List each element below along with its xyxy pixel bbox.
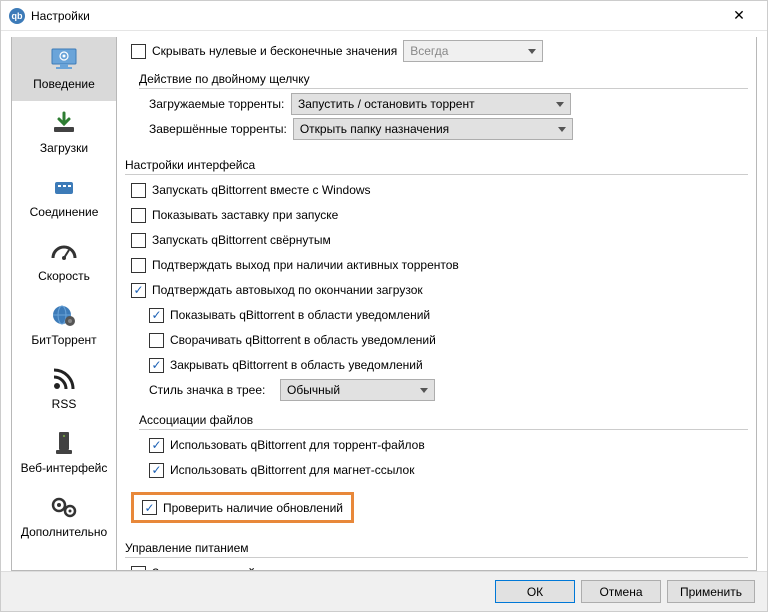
sidebar-item-rss[interactable]: RSS bbox=[12, 357, 116, 421]
settings-window: qb Настройки ✕ Поведение Загрузки bbox=[0, 0, 768, 612]
download-icon bbox=[48, 109, 80, 137]
checkbox-check-updates[interactable] bbox=[142, 500, 157, 515]
apply-button[interactable]: Применить bbox=[667, 580, 755, 603]
sidebar-item-behavior[interactable]: Поведение bbox=[12, 37, 116, 101]
checkbox-torrent-files[interactable] bbox=[149, 438, 164, 453]
server-icon bbox=[48, 429, 80, 457]
sidebar-item-webui[interactable]: Веб-интерфейс bbox=[12, 421, 116, 485]
sidebar-item-downloads[interactable]: Загрузки bbox=[12, 101, 116, 165]
checkbox-show-tray[interactable] bbox=[149, 308, 164, 323]
sidebar: Поведение Загрузки Соединение Скорость bbox=[11, 37, 117, 571]
checkbox-start-minimized[interactable] bbox=[131, 233, 146, 248]
group-file-assoc: Ассоциации файлов bbox=[139, 413, 748, 430]
label-inhibit-sleep-dl: Запретить спящий режим, когда торренты з… bbox=[152, 566, 461, 571]
checkbox-magnet-links[interactable] bbox=[149, 463, 164, 478]
label-completed-torrents: Завершённые торренты: bbox=[149, 122, 287, 136]
checkbox-show-splash[interactable] bbox=[131, 208, 146, 223]
label-start-minimized: Запускать qBittorrent свёрнутым bbox=[152, 233, 331, 247]
checkbox-hide-zeros[interactable] bbox=[131, 44, 146, 59]
label-close-tray: Закрывать qBittorrent в область уведомле… bbox=[170, 358, 423, 372]
sidebar-item-advanced[interactable]: Дополнительно bbox=[12, 485, 116, 549]
ok-button[interactable]: ОК bbox=[495, 580, 575, 603]
label-show-tray: Показывать qBittorrent в области уведомл… bbox=[170, 308, 430, 322]
window-title: Настройки bbox=[31, 9, 719, 23]
checkbox-confirm-auto-exit[interactable] bbox=[131, 283, 146, 298]
sidebar-item-label: RSS bbox=[52, 397, 77, 411]
checkbox-minimize-tray[interactable] bbox=[149, 333, 164, 348]
sidebar-item-label: Соединение bbox=[30, 205, 99, 219]
gears-icon bbox=[48, 493, 80, 521]
close-button[interactable]: ✕ bbox=[719, 1, 759, 31]
label-minimize-tray: Сворачивать qBittorrent в область уведом… bbox=[170, 333, 436, 347]
sidebar-item-label: Скорость bbox=[38, 269, 90, 283]
label-show-splash: Показывать заставку при запуске bbox=[152, 208, 338, 222]
app-icon: qb bbox=[9, 8, 25, 24]
cancel-button[interactable]: Отмена bbox=[581, 580, 661, 603]
label-torrent-files: Использовать qBittorrent для торрент-фай… bbox=[170, 438, 425, 452]
label-hide-zeros: Скрывать нулевые и бесконечные значения bbox=[152, 44, 397, 58]
sidebar-item-label: Веб-интерфейс bbox=[21, 461, 108, 475]
sidebar-item-connection[interactable]: Соединение bbox=[12, 165, 116, 229]
label-downloading-torrents: Загружаемые торренты: bbox=[149, 97, 285, 111]
select-downloading-torrents[interactable]: Запустить / остановить торрент bbox=[291, 93, 571, 115]
gauge-icon bbox=[48, 237, 80, 265]
globe-gear-icon bbox=[48, 301, 80, 329]
label-magnet-links: Использовать qBittorrent для магнет-ссыл… bbox=[170, 463, 414, 477]
sidebar-item-label: Дополнительно bbox=[21, 525, 107, 539]
select-completed-torrents[interactable]: Открыть папку назначения bbox=[293, 118, 573, 140]
highlight-check-updates: Проверить наличие обновлений bbox=[131, 492, 354, 523]
footer: ОК Отмена Применить bbox=[1, 571, 767, 611]
sidebar-item-bittorrent[interactable]: БитТоррент bbox=[12, 293, 116, 357]
select-tray-icon-style[interactable]: Обычный bbox=[280, 379, 435, 401]
checkbox-start-windows[interactable] bbox=[131, 183, 146, 198]
titlebar: qb Настройки ✕ bbox=[1, 1, 767, 31]
label-confirm-auto-exit: Подтверждать автовыход по окончании загр… bbox=[152, 283, 423, 297]
checkbox-close-tray[interactable] bbox=[149, 358, 164, 373]
select-always: Всегда bbox=[403, 40, 543, 62]
group-interface: Настройки интерфейса bbox=[125, 158, 748, 175]
label-start-windows: Запускать qBittorrent вместе с Windows bbox=[152, 183, 371, 197]
checkbox-inhibit-sleep-dl[interactable] bbox=[131, 566, 146, 572]
sidebar-item-label: Поведение bbox=[33, 77, 95, 91]
sidebar-item-label: Загрузки bbox=[40, 141, 88, 155]
group-double-click: Действие по двойному щелчку bbox=[139, 72, 748, 89]
monitor-gear-icon bbox=[48, 45, 80, 73]
sidebar-item-label: БитТоррент bbox=[31, 333, 96, 347]
label-check-updates: Проверить наличие обновлений bbox=[163, 501, 343, 515]
content-pane: Скрывать нулевые и бесконечные значения … bbox=[117, 37, 757, 571]
sidebar-item-speed[interactable]: Скорость bbox=[12, 229, 116, 293]
network-icon bbox=[48, 173, 80, 201]
checkbox-confirm-exit[interactable] bbox=[131, 258, 146, 273]
body: Поведение Загрузки Соединение Скорость bbox=[1, 31, 767, 571]
group-power: Управление питанием bbox=[125, 541, 748, 558]
label-tray-icon-style: Стиль значка в трее: bbox=[149, 383, 274, 397]
label-confirm-exit: Подтверждать выход при наличии активных … bbox=[152, 258, 459, 272]
rss-icon bbox=[48, 365, 80, 393]
